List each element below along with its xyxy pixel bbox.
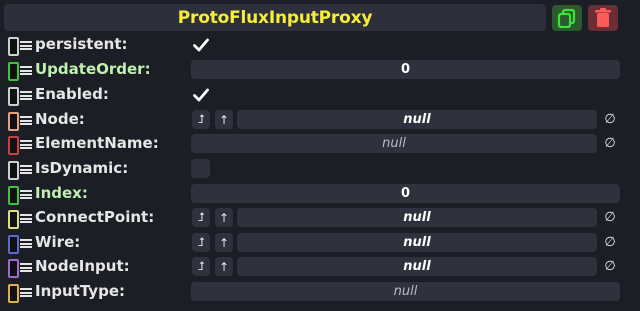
text-field[interactable]: null [191,282,620,301]
jump-to-ref-icon[interactable]: ⮥ [192,233,210,252]
hamburger-icon[interactable] [20,116,32,125]
null-clear-icon[interactable]: ∅ [600,233,620,252]
field-row: Enabled: [0,84,640,108]
field-row: Index: 0 [0,183,640,207]
field-label: persistent: [35,35,128,53]
connector-icon[interactable] [8,284,19,303]
field-label: ElementName: [35,134,159,152]
connector-icon[interactable] [8,62,19,81]
connector-icon[interactable] [8,136,19,155]
component-title: ProtoFluxInputProxy [177,7,373,28]
field-value-input[interactable]: 0 [191,184,620,203]
checkmark-icon [192,38,209,51]
jump-to-ref-icon[interactable]: ⮥ [192,257,210,276]
field-label: Node: [35,110,85,128]
duplicate-button[interactable] [552,5,582,31]
null-clear-icon[interactable]: ∅ [600,134,620,153]
hamburger-icon[interactable] [20,41,32,50]
hamburger-icon[interactable] [20,91,32,100]
trash-icon [595,8,611,27]
field-label: Enabled: [35,85,109,103]
connector-icon[interactable] [8,87,19,106]
hamburger-icon[interactable] [20,66,32,75]
field-label: Wire: [35,233,81,251]
field-label: InputType: [35,282,125,300]
null-clear-icon[interactable]: ∅ [600,110,620,129]
field-checkbox[interactable] [191,35,210,54]
field-label: ConnectPoint: [35,208,155,226]
field-row: IsDynamic: [0,158,640,182]
field-label: UpdateOrder: [35,60,151,78]
arrow-up-icon[interactable]: ↑ [215,257,233,276]
component-header: ProtoFluxInputProxy [4,4,546,31]
delete-button[interactable] [588,5,618,31]
checkmark-icon [192,88,209,101]
arrow-up-icon[interactable]: ↑ [215,233,233,252]
reference-field[interactable]: null [237,208,597,227]
connector-icon[interactable] [8,210,19,229]
hamburger-icon[interactable] [20,165,32,174]
text-field[interactable]: null [191,134,597,153]
connector-icon[interactable] [8,112,19,131]
reference-field[interactable]: null [237,110,597,129]
field-row: InputType: null [0,281,640,305]
duplicate-icon [557,8,576,28]
field-checkbox[interactable] [191,85,210,104]
field-value-input[interactable]: 0 [191,60,620,79]
field-row: persistent: [0,34,640,58]
null-clear-icon[interactable]: ∅ [600,257,620,276]
hamburger-icon[interactable] [20,140,32,149]
field-row: Node: ⮥ ↑ null ∅ [0,109,640,133]
field-label: IsDynamic: [35,159,129,177]
hamburger-icon[interactable] [20,288,32,297]
field-row: Wire: ⮥ ↑ null ∅ [0,232,640,256]
field-row: UpdateOrder: 0 [0,59,640,83]
arrow-up-icon[interactable]: ↑ [215,110,233,129]
hamburger-icon[interactable] [20,190,32,199]
hamburger-icon[interactable] [20,263,32,272]
reference-field[interactable]: null [237,257,597,276]
connector-icon[interactable] [8,37,19,56]
jump-to-ref-icon[interactable]: ⮥ [192,208,210,227]
field-row: ConnectPoint: ⮥ ↑ null ∅ [0,207,640,231]
connector-icon[interactable] [8,259,19,278]
field-label: Index: [35,184,88,202]
null-clear-icon[interactable]: ∅ [600,208,620,227]
connector-icon[interactable] [8,186,19,205]
field-row: NodeInput: ⮥ ↑ null ∅ [0,256,640,280]
field-label: NodeInput: [35,257,130,275]
connector-icon[interactable] [8,235,19,254]
field-checkbox[interactable] [191,159,210,178]
arrow-up-icon[interactable]: ↑ [215,208,233,227]
jump-to-ref-icon[interactable]: ⮥ [192,110,210,129]
hamburger-icon[interactable] [20,239,32,248]
reference-field[interactable]: null [237,233,597,252]
hamburger-icon[interactable] [20,214,32,223]
connector-icon[interactable] [8,161,19,180]
field-row: ElementName: null ∅ [0,133,640,157]
